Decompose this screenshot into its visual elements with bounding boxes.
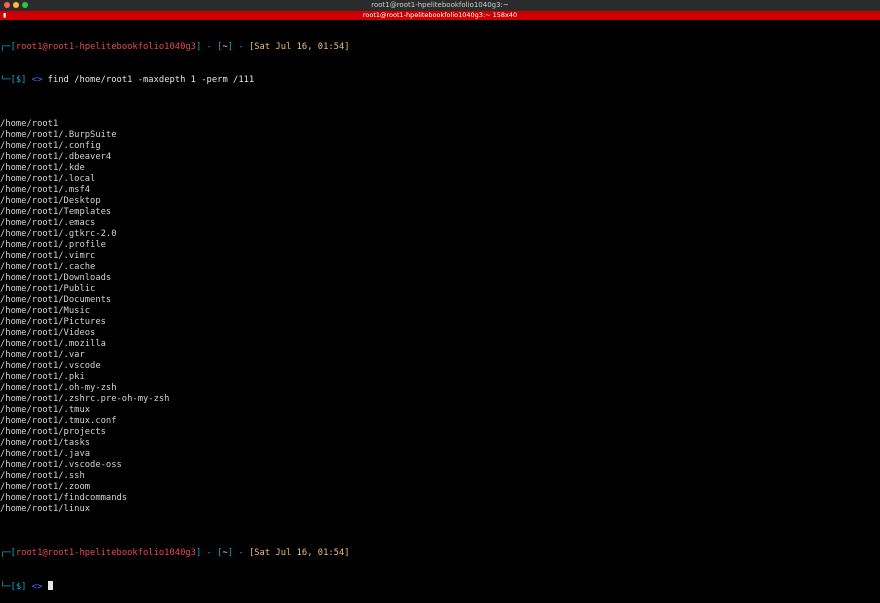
tab-label: root1@root1-hpelitebookfolio1040g3:~ 158… xyxy=(362,11,518,19)
prompt-line-2: └─[$] <> xyxy=(0,581,880,592)
output-line: /home/root1/.oh-my-zsh xyxy=(0,383,117,393)
output-line: /home/root1/.mozilla xyxy=(0,339,106,349)
prompt-corner: ┌─ xyxy=(0,548,11,558)
prompt-dollar: [$] xyxy=(10,582,27,592)
prompt-dollar: [$] xyxy=(10,75,27,85)
close-window-button[interactable] xyxy=(4,2,10,8)
prompt-separator: - xyxy=(233,548,249,558)
output-line: /home/root1/.zshrc.pre-oh-my-zsh xyxy=(0,394,170,404)
output-line: /home/root1/linux xyxy=(0,504,91,514)
minimize-window-button[interactable] xyxy=(13,2,19,8)
output-line: /home/root1/findcommands xyxy=(0,493,128,503)
prompt-arrow: <> xyxy=(26,75,48,85)
command-output: /home/root1/home/root1/.BurpSuite/home/r… xyxy=(0,119,880,515)
prompt-date: [Sat Jul 16, 01:54] xyxy=(248,548,350,558)
output-line: /home/root1/.BurpSuite xyxy=(0,130,117,140)
prompt-date: [Sat Jul 16, 01:54] xyxy=(248,42,350,52)
output-line: /home/root1/.vimrc xyxy=(0,251,96,261)
prompt-separator: - xyxy=(233,42,249,52)
output-line: /home/root1/.emacs xyxy=(0,218,96,228)
output-line: /home/root1 xyxy=(0,119,59,129)
output-line: /home/root1/.java xyxy=(0,449,91,459)
prompt-userhost: root1@root1-hpelitebookfolio1040g3 xyxy=(15,548,196,558)
output-line: /home/root1/.cache xyxy=(0,262,96,272)
output-line: /home/root1/.tmux.conf xyxy=(0,416,117,426)
prompt-line-1: ┌─[root1@root1-hpelitebookfolio1040g3] -… xyxy=(0,42,880,53)
output-line: /home/root1/Templates xyxy=(0,207,112,217)
prompt-arrow: <> xyxy=(26,582,48,592)
output-line: /home/root1/.local xyxy=(0,174,96,184)
output-line: /home/root1/projects xyxy=(0,427,106,437)
prompt-corner: ┌─ xyxy=(0,42,11,52)
terminal-tab[interactable]: ▮ root1@root1-hpelitebookfolio1040g3:~ 1… xyxy=(0,11,880,20)
window-title: root1@root1-hpelitebookfolio1040g3:~ xyxy=(371,1,509,9)
output-line: /home/root1/Documents xyxy=(0,295,112,305)
output-line: /home/root1/.zoom xyxy=(0,482,91,492)
prompt-separator: - xyxy=(201,42,218,52)
output-line: /home/root1/Music xyxy=(0,306,91,316)
output-line: /home/root1/.msf4 xyxy=(0,185,91,195)
output-line: /home/root1/Videos xyxy=(0,328,96,338)
prompt-userhost: root1@root1-hpelitebookfolio1040g3 xyxy=(15,42,196,52)
output-line: /home/root1/.vscode-oss xyxy=(0,460,122,470)
window-controls xyxy=(4,2,28,8)
prompt-corner: └─ xyxy=(0,582,11,592)
output-line: /home/root1/Public xyxy=(0,284,96,294)
output-line: /home/root1/.ssh xyxy=(0,471,85,481)
output-line: /home/root1/.var xyxy=(0,350,85,360)
maximize-window-button[interactable] xyxy=(22,2,28,8)
output-line: /home/root1/.config xyxy=(0,141,101,151)
output-line: /home/root1/.tmux xyxy=(0,405,91,415)
prompt-line-1: ┌─[root1@root1-hpelitebookfolio1040g3] -… xyxy=(0,548,880,559)
prompt-line-2: └─[$] <> find /home/root1 -maxdepth 1 -p… xyxy=(0,75,880,86)
output-line: /home/root1/Pictures xyxy=(0,317,106,327)
output-line: /home/root1/.vscode xyxy=(0,361,101,371)
output-line: /home/root1/.kde xyxy=(0,163,85,173)
terminal-cursor[interactable] xyxy=(47,581,53,590)
terminal-body[interactable]: ┌─[root1@root1-hpelitebookfolio1040g3] -… xyxy=(0,20,880,592)
output-line: /home/root1/Downloads xyxy=(0,273,112,283)
output-line: /home/root1/.profile xyxy=(0,240,106,250)
output-line: /home/root1/.gtkrc-2.0 xyxy=(0,229,117,239)
prompt-corner: └─ xyxy=(0,75,11,85)
window-titlebar: root1@root1-hpelitebookfolio1040g3:~ xyxy=(0,0,880,11)
prompt-separator: - xyxy=(201,548,218,558)
tab-lock-icon: ▮ xyxy=(3,12,7,19)
output-line: /home/root1/tasks xyxy=(0,438,91,448)
output-line: /home/root1/.dbeaver4 xyxy=(0,152,112,162)
output-line: /home/root1/Desktop xyxy=(0,196,101,206)
command-text: find /home/root1 -maxdepth 1 -perm /111 xyxy=(47,75,255,85)
output-line: /home/root1/.pki xyxy=(0,372,85,382)
